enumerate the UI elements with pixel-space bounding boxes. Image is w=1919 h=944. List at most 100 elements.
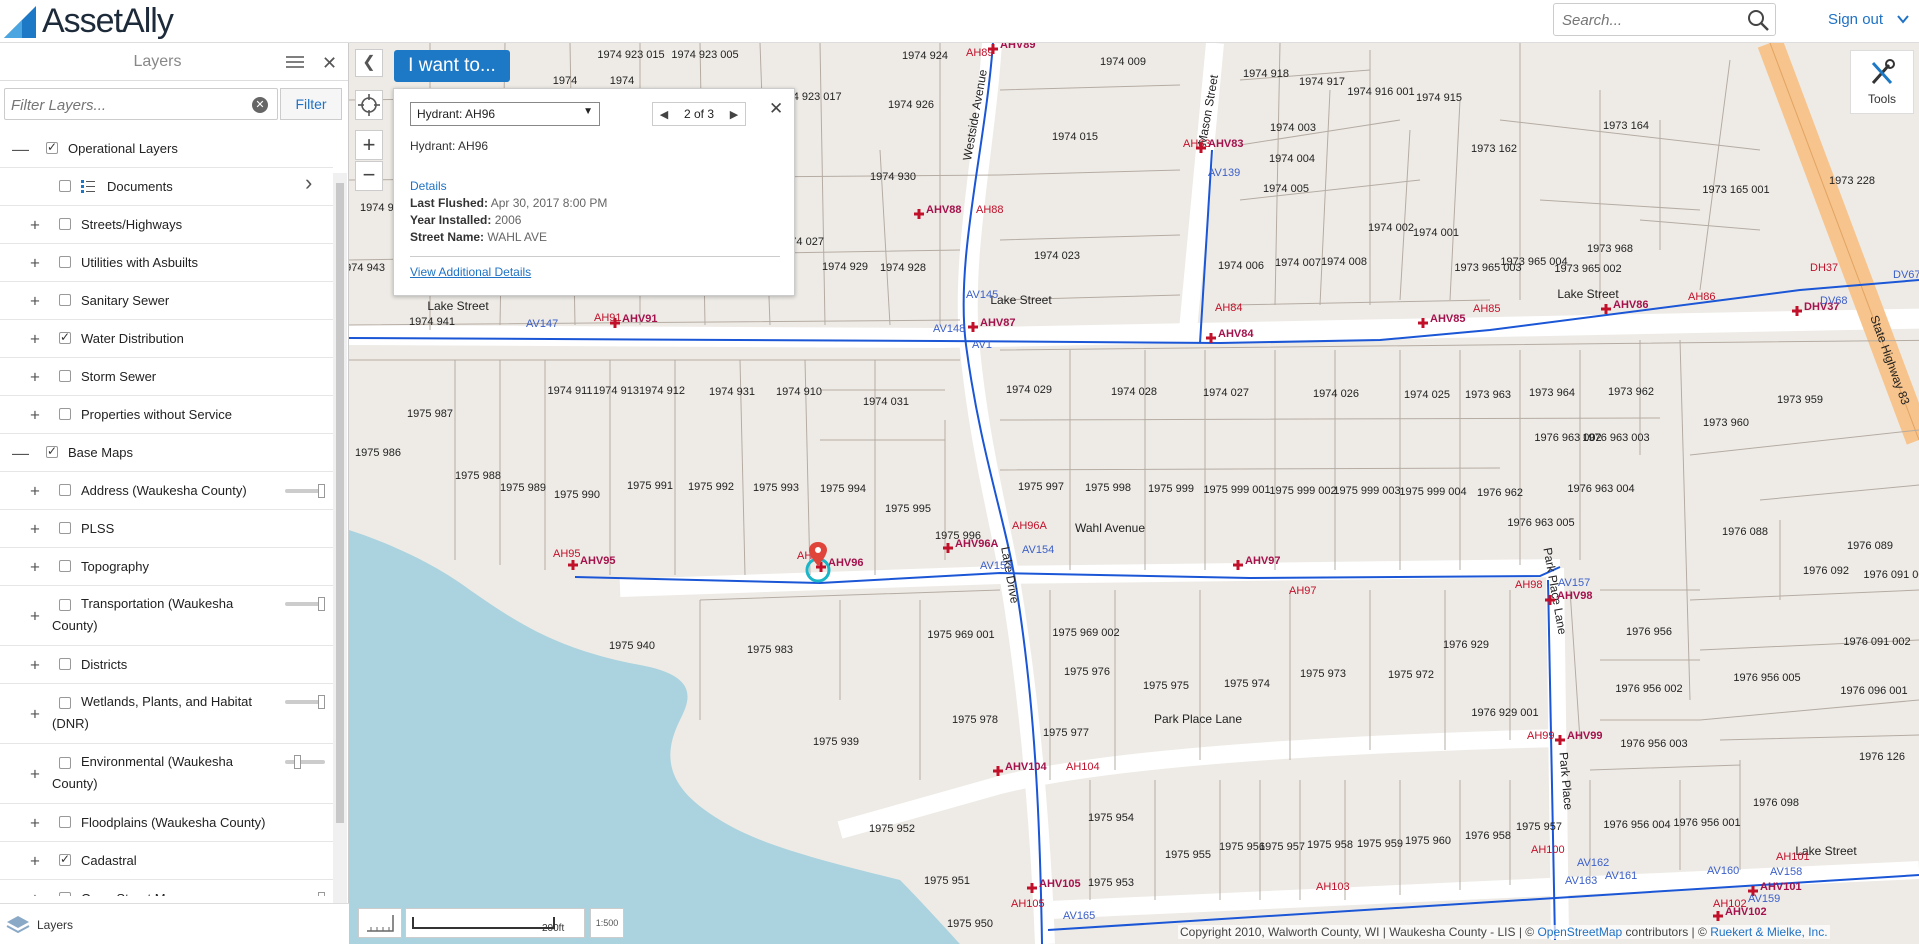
hydrant-marker-icon[interactable] — [1555, 733, 1565, 745]
layer-item[interactable]: + Properties without Service — [0, 396, 333, 434]
hydrant-label[interactable]: AH89 — [966, 47, 994, 59]
hydrant-label[interactable]: AHV84 — [1218, 328, 1253, 340]
collapse-icon[interactable]: — — [12, 444, 29, 461]
zoom-in-button[interactable]: + — [355, 130, 383, 160]
valve-label[interactable]: AV161 — [1605, 870, 1637, 882]
layer-item[interactable]: + Sanitary Sewer — [0, 282, 333, 320]
filter-layers-input[interactable] — [11, 96, 251, 114]
close-icon[interactable]: ✕ — [322, 53, 337, 74]
hydrant-marker-icon[interactable] — [943, 541, 953, 553]
scale-ratio-button[interactable]: 1:500 — [590, 908, 624, 938]
layer-checkbox[interactable] — [59, 852, 71, 866]
hydrant-label[interactable]: AHV83 — [1208, 138, 1243, 150]
collapse-icon[interactable]: — — [12, 140, 29, 157]
hydrant-label[interactable]: AHV87 — [980, 317, 1015, 329]
i-want-to-button[interactable]: I want to... — [394, 50, 510, 82]
hydrant-label[interactable]: DH37 — [1810, 262, 1838, 274]
expand-icon[interactable]: + — [30, 216, 40, 233]
hydrant-label[interactable]: AH103 — [1316, 881, 1350, 893]
layer-item[interactable]: + Water Distribution — [0, 320, 333, 358]
hydrant-label[interactable]: AHV96 — [828, 557, 863, 569]
layer-item[interactable]: + PLSS — [0, 510, 333, 548]
hydrant-label[interactable]: AHV85 — [1430, 313, 1465, 325]
valve-label[interactable]: DV67 — [1893, 269, 1919, 281]
hydrant-label[interactable]: AHV98 — [1557, 590, 1592, 602]
hydrant-label[interactable]: AH98 — [1515, 579, 1543, 591]
expand-icon[interactable]: + — [30, 368, 40, 385]
hydrant-label[interactable]: AHV97 — [1245, 555, 1280, 567]
slider-handle[interactable] — [294, 755, 301, 769]
layer-checkbox[interactable] — [59, 218, 71, 230]
layer-item[interactable]: Documents › — [0, 168, 333, 206]
chevron-right-icon[interactable]: › — [305, 170, 312, 196]
layer-checkbox[interactable] — [59, 599, 71, 611]
layer-group-operational[interactable]: — Operational Layers — [0, 130, 333, 168]
hydrant-label[interactable]: AHV101 — [1760, 881, 1802, 893]
hydrant-marker-icon[interactable] — [1545, 593, 1555, 605]
layer-checkbox[interactable] — [59, 408, 71, 420]
hydrant-marker-icon[interactable] — [1418, 316, 1428, 328]
expand-icon[interactable]: + — [30, 292, 40, 309]
hydrant-marker-icon[interactable] — [1027, 881, 1037, 893]
hydrant-marker-icon[interactable] — [1792, 304, 1802, 316]
hydrant-label[interactable]: AHV99 — [1567, 730, 1602, 742]
layer-checkbox[interactable] — [59, 816, 71, 828]
layer-item[interactable]: + Topography — [0, 548, 333, 586]
hydrant-label[interactable]: AHV96A — [955, 538, 998, 550]
hydrant-label[interactable]: AHV88 — [926, 204, 961, 216]
layer-checkbox[interactable] — [59, 256, 71, 268]
next-icon[interactable]: ▶ — [723, 108, 745, 121]
expand-icon[interactable]: + — [30, 406, 40, 423]
slider-handle[interactable] — [318, 484, 325, 498]
locate-button[interactable] — [355, 90, 383, 120]
expand-icon[interactable]: + — [30, 890, 40, 896]
valve-label[interactable]: AV147 — [526, 318, 558, 330]
layer-item[interactable]: + Transportation (Waukesha County) — [0, 586, 333, 646]
valve-label[interactable]: AV148 — [933, 323, 965, 335]
hydrant-label[interactable]: AH97 — [1289, 585, 1317, 597]
hydrant-label[interactable]: AHV86 — [1613, 299, 1648, 311]
layer-checkbox[interactable] — [59, 294, 71, 306]
global-search[interactable] — [1553, 3, 1776, 36]
expand-icon[interactable]: + — [30, 254, 40, 271]
opacity-slider[interactable] — [285, 755, 325, 769]
collapse-panel-button[interactable]: ❮ — [355, 49, 383, 77]
valve-label[interactable]: AV153 — [980, 560, 1012, 572]
hydrant-marker-icon[interactable] — [993, 764, 1003, 776]
valve-label[interactable]: AV158 — [1770, 866, 1802, 878]
valve-label[interactable]: AV165 — [1063, 910, 1095, 922]
layer-item[interactable]: + Cadastral — [0, 842, 333, 880]
layer-item[interactable]: + Wetlands, Plants, and Habitat (DNR) — [0, 684, 333, 744]
expand-icon[interactable]: + — [30, 482, 40, 499]
valve-label[interactable]: AV139 — [1208, 167, 1240, 179]
openstreetmap-link[interactable]: OpenStreetMap — [1537, 925, 1622, 939]
expand-icon[interactable]: + — [30, 656, 40, 673]
expand-icon[interactable]: + — [30, 852, 40, 869]
layer-item[interactable]: + Districts — [0, 646, 333, 684]
valve-label[interactable]: AV145 — [966, 289, 998, 301]
hydrant-marker-icon[interactable] — [1233, 558, 1243, 570]
layer-checkbox[interactable] — [59, 484, 71, 496]
hydrant-label[interactable]: AHV105 — [1039, 878, 1081, 890]
details-link[interactable]: Details — [410, 179, 447, 193]
layer-checkbox[interactable] — [59, 522, 71, 534]
previous-icon[interactable]: ◀ — [653, 108, 675, 121]
search-icon[interactable] — [1747, 9, 1769, 31]
hydrant-marker-icon[interactable] — [1713, 909, 1723, 921]
sign-out-link[interactable]: Sign out — [1828, 11, 1883, 28]
clear-icon[interactable]: ✕ — [252, 97, 268, 113]
layer-list-scrollbar[interactable] — [333, 173, 347, 943]
hydrant-marker-icon[interactable] — [1601, 302, 1611, 314]
hydrant-label[interactable]: AH96A — [1012, 520, 1047, 532]
hydrant-label[interactable]: AH101 — [1776, 851, 1810, 863]
layer-checkbox[interactable] — [46, 444, 58, 458]
hydrant-marker-icon[interactable] — [568, 558, 578, 570]
layer-checkbox[interactable] — [59, 560, 71, 572]
layers-tab[interactable]: Layers — [5, 908, 85, 941]
measure-button[interactable] — [358, 908, 402, 938]
close-icon[interactable]: ✕ — [769, 99, 783, 119]
hydrant-label[interactable]: AH83 — [1183, 138, 1211, 150]
hydrant-label[interactable]: AH100 — [1531, 844, 1565, 856]
selected-location-pin-icon[interactable] — [803, 540, 833, 584]
slider-handle[interactable] — [318, 695, 325, 709]
